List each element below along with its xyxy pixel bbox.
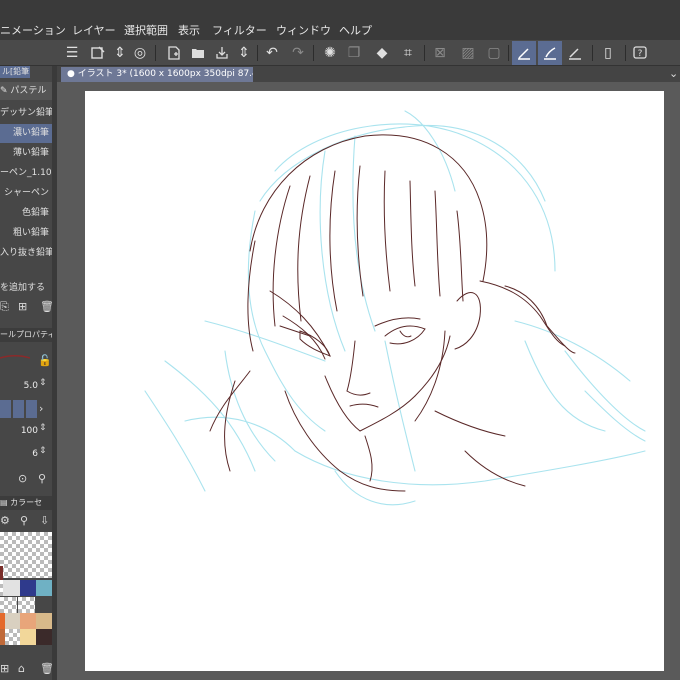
- menu-layer[interactable]: レイヤー: [72, 22, 116, 38]
- tool-property-title: ールプロパティ: [0, 328, 56, 342]
- settings-icon[interactable]: ⚙: [0, 514, 10, 527]
- palette-icon: ▤: [0, 498, 8, 507]
- loading-icon[interactable]: ✺: [320, 43, 340, 63]
- brush-snap-icon[interactable]: [538, 41, 562, 65]
- bullet-icon: ●: [67, 69, 75, 79]
- tool-group-tab[interactable]: ル[鉛筆: [0, 66, 30, 78]
- opacity-stepper-icon[interactable]: ⇕: [39, 423, 47, 433]
- pen-snap-icon[interactable]: [512, 41, 536, 65]
- document-tab-bar: ● イラスト 3* (1600 x 1600px 350dpi 87.4%) ⌄: [57, 66, 680, 82]
- save-icon[interactable]: [212, 43, 232, 63]
- redo-icon[interactable]: ↷: [288, 43, 308, 63]
- color-swatch[interactable]: [20, 629, 37, 645]
- cut-icon[interactable]: ⊠: [430, 43, 450, 63]
- transparent-swatches[interactable]: [0, 532, 52, 578]
- ruler-snap-icon[interactable]: [565, 43, 585, 63]
- chevron-down-icon[interactable]: ⌄: [669, 67, 678, 80]
- density-field[interactable]: 6: [0, 446, 38, 462]
- menu-icon[interactable]: ☰: [62, 43, 82, 63]
- brush-stroke-preview: [0, 355, 30, 359]
- subtool-label: デッサン鉛筆: [0, 108, 52, 118]
- left-panel: ル[鉛筆 ✎ パステル デッサン鉛筆 濃い鉛筆 薄い鉛筆 ーペン_1.10.9 …: [0, 66, 57, 680]
- new-subtool-icon[interactable]: ⊞: [18, 300, 27, 313]
- subtool-item[interactable]: デッサン鉛筆: [0, 104, 52, 123]
- smartphone-icon[interactable]: ▯: [598, 43, 618, 63]
- subtool-label: 色鉛筆: [21, 208, 49, 218]
- border-icon[interactable]: ▢: [484, 43, 504, 63]
- subtool-item-selected[interactable]: 濃い鉛筆: [0, 124, 52, 143]
- download-icon[interactable]: ⊙: [18, 472, 27, 485]
- stepper-icon[interactable]: ⇕: [234, 43, 254, 63]
- opacity-field[interactable]: 100: [0, 423, 38, 439]
- color-swatch[interactable]: [18, 597, 35, 613]
- color-swatch[interactable]: [20, 613, 37, 629]
- menu-view[interactable]: 表示: [178, 22, 200, 38]
- search-icon[interactable]: ⚲: [38, 472, 46, 485]
- subtool-group-label: パステル: [10, 86, 47, 96]
- density-stepper-icon[interactable]: ⇕: [39, 446, 47, 456]
- copy-subtool-icon[interactable]: ⎘: [0, 300, 9, 314]
- command-bar: ☰ ⇕ ◎ ⇕ ↶ ↷ ✺ ❐ ◆ ⌗ ⊠ ▨ ▢ ▯ ?: [0, 40, 680, 66]
- color-swatch[interactable]: [36, 580, 53, 596]
- sketch-artwork: [144, 110, 646, 506]
- subtool-label: 薄い鉛筆: [12, 148, 49, 158]
- color-set-label: カラーセ: [10, 498, 43, 507]
- subtool-item[interactable]: シャーペン: [0, 184, 52, 203]
- subtool-item[interactable]: 薄い鉛筆: [0, 144, 52, 163]
- chevron-right-icon[interactable]: ›: [39, 402, 43, 415]
- brush-shape-selector[interactable]: [0, 400, 37, 418]
- open-folder-icon[interactable]: [188, 43, 208, 63]
- subtool-label: 入り抜き鉛筆: [0, 248, 52, 258]
- subtool-group-pastel[interactable]: ✎ パステル: [0, 82, 52, 100]
- menu-help[interactable]: ヘルプ: [339, 22, 372, 38]
- size-stepper-icon[interactable]: ⇕: [39, 378, 47, 388]
- menu-animation[interactable]: ニメーション: [0, 22, 66, 38]
- color-swatch[interactable]: [20, 580, 37, 596]
- subtool-label: シャーペン: [3, 188, 49, 198]
- lock-icon[interactable]: 🔓: [38, 354, 52, 367]
- fill-icon[interactable]: ◆: [372, 43, 392, 63]
- brush-size-field[interactable]: 5.0: [0, 378, 38, 394]
- subtool-label: 濃い鉛筆: [12, 128, 49, 138]
- document-tab[interactable]: ● イラスト 3* (1600 x 1600px 350dpi 87.4%): [61, 67, 253, 82]
- color-swatch[interactable]: [0, 597, 17, 613]
- color-set-title: ▤ カラーセ: [0, 496, 52, 510]
- open-arrows-icon[interactable]: ⇕: [110, 43, 130, 63]
- subtool-label: 粗い鉛筆: [12, 228, 49, 238]
- layer-icon[interactable]: ◎: [130, 43, 150, 63]
- svg-text:?: ?: [638, 49, 643, 59]
- eyedropper-icon[interactable]: ⌂: [18, 662, 25, 675]
- import-icon[interactable]: ⇩: [40, 514, 49, 527]
- document-title: イラスト 3* (1600 x 1600px 350dpi 87.4%): [77, 69, 253, 79]
- color-swatch[interactable]: [36, 629, 53, 645]
- subtool-item[interactable]: 粗い鉛筆: [0, 224, 52, 243]
- new-color-icon[interactable]: ⊞: [0, 662, 9, 675]
- pencil-icon: ✎: [0, 86, 8, 96]
- transparent-icon[interactable]: ▨: [458, 43, 478, 63]
- subtool-label: ーペン_1.10.9: [0, 168, 52, 178]
- menu-bar: ニメーション レイヤー 選択範囲 表示 フィルター ウィンドウ ヘルプ: [0, 0, 680, 40]
- find-color-icon[interactable]: ⚲: [20, 514, 28, 527]
- subtool-item[interactable]: ーペン_1.10.9: [0, 164, 52, 183]
- color-swatch[interactable]: [3, 580, 20, 596]
- help-icon[interactable]: ?: [630, 43, 650, 63]
- add-subtool-link[interactable]: を追加する: [0, 280, 45, 293]
- new-canvas-icon[interactable]: [88, 43, 108, 63]
- subtool-item[interactable]: 色鉛筆: [0, 204, 52, 223]
- menu-selection[interactable]: 選択範囲: [124, 22, 168, 38]
- color-swatch[interactable]: [36, 613, 53, 629]
- transform-icon[interactable]: ❐: [344, 43, 364, 63]
- subtool-item[interactable]: 入り抜き鉛筆: [0, 244, 52, 263]
- menu-window[interactable]: ウィンドウ: [276, 22, 331, 38]
- menu-filter[interactable]: フィルター: [212, 22, 267, 38]
- drawing-canvas[interactable]: [85, 91, 664, 671]
- crop-icon[interactable]: ⌗: [398, 43, 418, 63]
- new-file-icon[interactable]: [164, 43, 184, 63]
- undo-icon[interactable]: ↶: [262, 43, 282, 63]
